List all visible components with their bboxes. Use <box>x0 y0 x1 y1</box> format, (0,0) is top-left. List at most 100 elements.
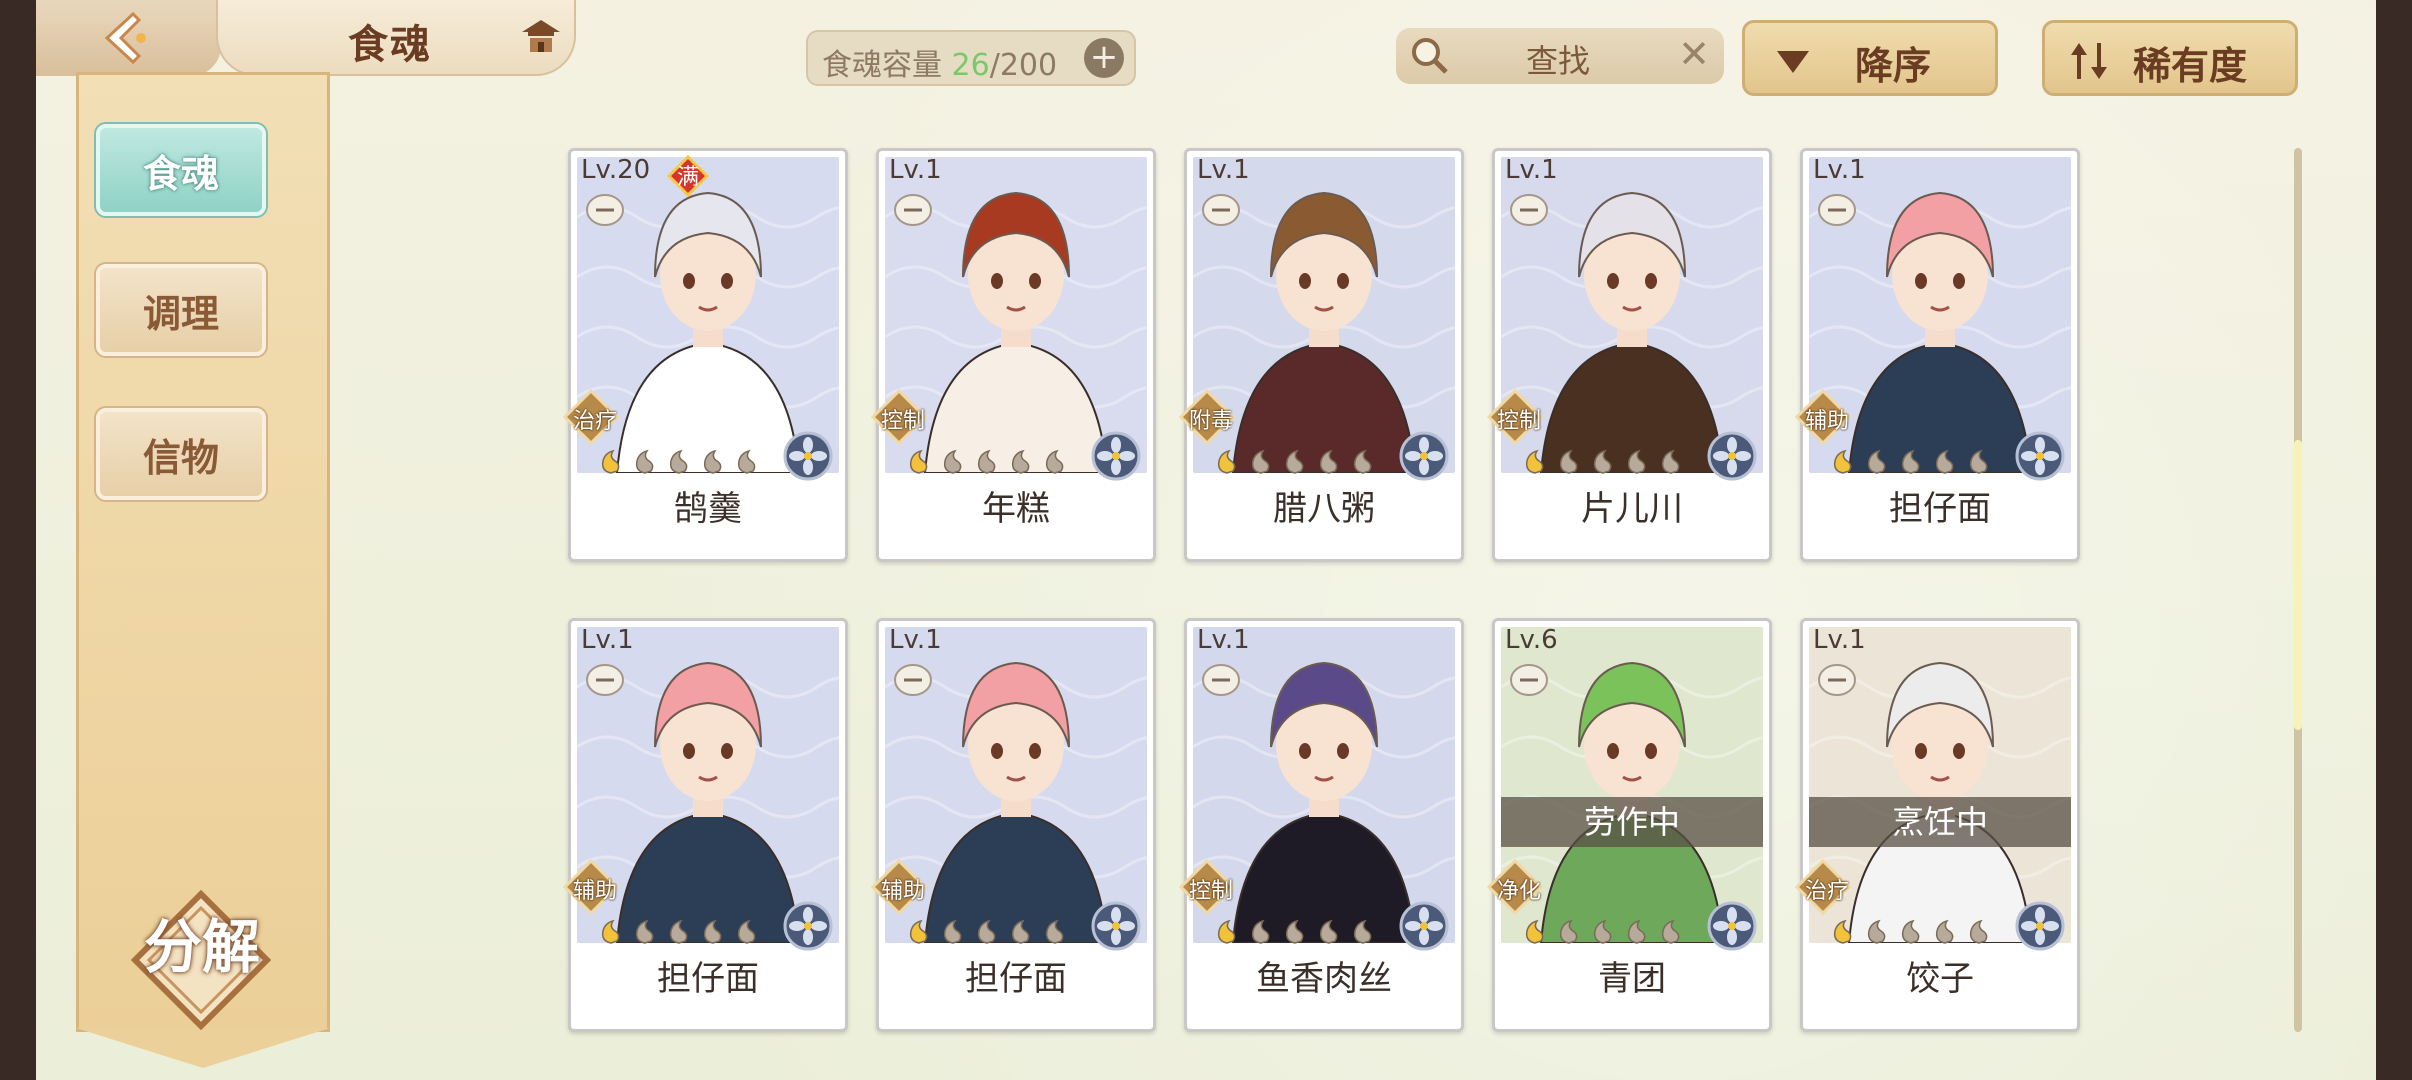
sidebar-item-food-souls[interactable]: 食魂 <box>96 124 266 216</box>
card-level: Lv.1 <box>1197 155 1250 185</box>
expression-icon <box>1818 664 1856 696</box>
flame-star-icon <box>737 449 756 474</box>
expression-icon <box>1510 194 1548 226</box>
sidebar-item-tokens[interactable]: 信物 <box>96 408 266 500</box>
flame-star-icon <box>1525 449 1544 474</box>
flame-star-icon <box>669 919 688 944</box>
flame-star-icon <box>1319 449 1338 474</box>
card-name: 担仔面 <box>657 959 759 999</box>
sidebar-tail <box>76 1028 330 1068</box>
star-rating <box>1525 449 1680 474</box>
flame-star-icon <box>1217 449 1236 474</box>
food-soul-card[interactable]: Lv.20 满 治疗 鹄羹 <box>563 148 848 562</box>
back-button[interactable] <box>36 0 221 76</box>
star-rating <box>909 919 1064 944</box>
sort-order-label: 降序 <box>1855 44 1932 88</box>
flame-star-icon <box>1353 919 1372 944</box>
expression-icon <box>1202 194 1240 226</box>
card-level: Lv.1 <box>1813 625 1866 655</box>
flame-star-icon <box>1251 919 1270 944</box>
card-level: Lv.20 <box>581 155 651 185</box>
card-name: 担仔面 <box>1889 489 1991 529</box>
food-soul-card[interactable]: Lv.1 辅助 担仔面 <box>871 618 1156 1032</box>
card-status: 烹饪中 <box>1809 797 2071 847</box>
flame-star-icon <box>909 449 928 474</box>
flame-star-icon <box>635 919 654 944</box>
flame-star-icon <box>703 919 722 944</box>
flame-star-icon <box>1285 919 1304 944</box>
capacity-display: 食魂容量 26/200 + <box>806 30 1136 86</box>
star-rating <box>909 449 1064 474</box>
search-box[interactable]: 查找 ✕ <box>1396 28 1724 84</box>
flower-emblem-icon <box>1707 901 1757 951</box>
card-role: 净化 <box>1496 879 1541 904</box>
flame-star-icon <box>1593 449 1612 474</box>
sort-toggle-icon <box>2071 43 2107 79</box>
flower-emblem-icon <box>2015 431 2065 481</box>
max-level-badge-icon: 满 <box>667 155 709 197</box>
card-name: 片儿川 <box>1581 489 1683 529</box>
flame-star-icon <box>1353 449 1372 474</box>
flame-star-icon <box>977 919 996 944</box>
flame-star-icon <box>601 449 620 474</box>
card-role: 控制 <box>880 409 925 434</box>
capacity-max: /200 <box>989 48 1058 83</box>
flower-emblem-icon <box>1091 431 1141 481</box>
star-rating <box>601 449 756 474</box>
flower-emblem-icon <box>2015 901 2065 951</box>
back-arrow-icon <box>104 11 146 65</box>
flame-star-icon <box>1935 449 1954 474</box>
food-soul-card[interactable]: Lv.1 辅助 担仔面 <box>563 618 848 1032</box>
star-rating <box>1525 919 1680 944</box>
flame-star-icon <box>1661 919 1680 944</box>
sidebar-item-conditioning[interactable]: 调理 <box>96 264 266 356</box>
flower-emblem-icon <box>1091 901 1141 951</box>
card-status: 劳作中 <box>1501 797 1763 847</box>
star-rating <box>1217 919 1372 944</box>
add-capacity-button[interactable]: + <box>1084 38 1124 78</box>
flame-star-icon <box>1867 919 1886 944</box>
card-name: 饺子 <box>1906 959 1974 999</box>
flame-star-icon <box>1901 449 1920 474</box>
card-level: Lv.1 <box>581 625 634 655</box>
card-role: 辅助 <box>1804 409 1849 434</box>
search-input[interactable]: 查找 <box>1526 36 1590 82</box>
card-level: Lv.1 <box>889 155 942 185</box>
food-soul-card[interactable]: Lv.1 控制 年糕 <box>871 148 1156 562</box>
expression-icon <box>1202 664 1240 696</box>
flower-emblem-icon <box>783 431 833 481</box>
flame-star-icon <box>635 449 654 474</box>
flame-star-icon <box>1045 449 1064 474</box>
search-icon <box>1412 38 1448 74</box>
top-bar: 食魂 食魂容量 26/200 + 查找 ✕ 降序 稀有度 <box>36 0 2376 96</box>
card-name: 年糕 <box>982 489 1050 529</box>
clear-search-icon[interactable]: ✕ <box>1678 32 1710 76</box>
food-soul-card[interactable]: Lv.1 辅助 担仔面 <box>1795 148 2080 562</box>
card-role: 治疗 <box>1804 879 1849 904</box>
food-soul-card[interactable]: Lv.1 控制 片儿川 <box>1487 148 1772 562</box>
food-soul-card[interactable]: Lv.1 烹饪中 治疗 饺子 <box>1795 618 2080 1032</box>
sort-key-button[interactable]: 稀有度 <box>2042 20 2298 96</box>
card-name: 腊八粥 <box>1273 489 1375 529</box>
sort-key-label: 稀有度 <box>2133 44 2248 88</box>
flame-star-icon <box>669 449 688 474</box>
food-soul-card[interactable]: Lv.1 控制 鱼香肉丝 <box>1179 618 1464 1032</box>
card-role: 控制 <box>1496 409 1541 434</box>
card-name: 青团 <box>1598 959 1666 999</box>
expression-icon <box>1510 664 1548 696</box>
flame-star-icon <box>943 449 962 474</box>
flame-star-icon <box>1969 449 1988 474</box>
flame-star-icon <box>1627 919 1646 944</box>
flame-star-icon <box>703 449 722 474</box>
food-soul-card[interactable]: Lv.1 附毒 腊八粥 <box>1179 148 1464 562</box>
scrollbar-thumb[interactable] <box>2294 440 2302 730</box>
flame-star-icon <box>601 919 620 944</box>
flame-star-icon <box>909 919 928 944</box>
expression-icon <box>586 194 624 226</box>
food-soul-card[interactable]: Lv.6 劳作中 净化 青团 <box>1487 618 1772 1032</box>
home-pavilion-icon[interactable] <box>518 14 564 60</box>
card-role: 治疗 <box>572 409 617 434</box>
sidebar <box>76 72 330 1032</box>
sort-order-button[interactable]: 降序 <box>1742 20 1998 96</box>
flame-star-icon <box>1045 919 1064 944</box>
